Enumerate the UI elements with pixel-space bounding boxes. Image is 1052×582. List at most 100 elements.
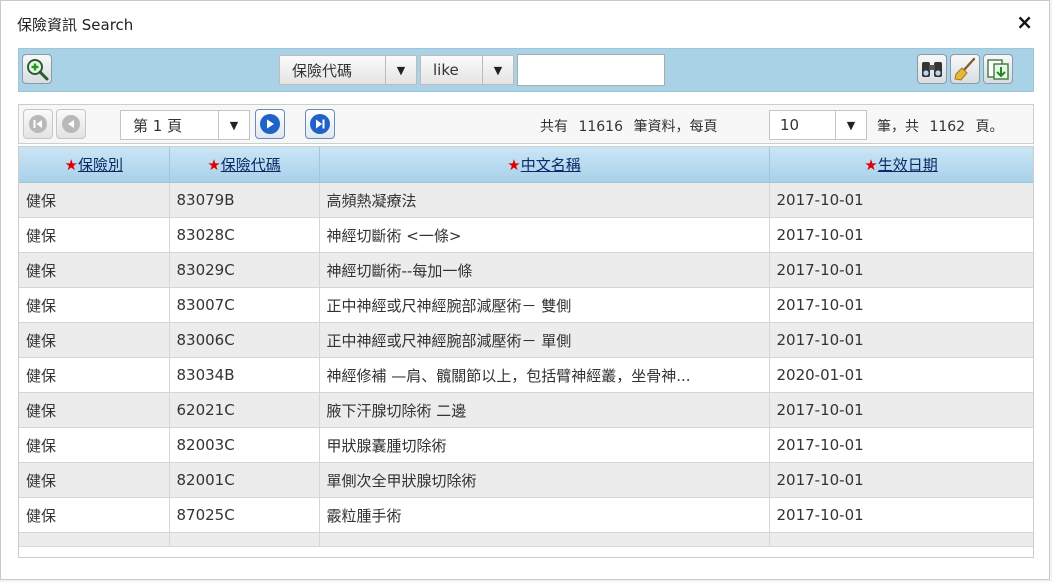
cell-insurance-code: 83007C <box>169 287 320 323</box>
next-page-icon <box>260 114 280 134</box>
cell-effective-date: 2017-10-01 <box>769 182 1033 218</box>
column-header-insurance-type[interactable]: ★保險別 <box>19 147 170 183</box>
cell-chinese-name: 甲狀腺囊腫切除術 <box>319 427 770 463</box>
empty-cell <box>769 532 1033 547</box>
cell-insurance-type: 健保 <box>19 287 170 323</box>
required-star-icon: ★ <box>507 156 521 174</box>
last-page-button[interactable] <box>305 109 335 139</box>
total-mid: 筆資料，每頁 <box>633 119 718 135</box>
cell-chinese-name: 神經切斷術 <一條> <box>319 217 770 253</box>
cell-effective-date: 2017-10-01 <box>769 462 1033 498</box>
table-row[interactable]: 健保 82001C 單側次全甲狀腺切除術 2017-10-01 <box>19 462 1033 498</box>
table-row[interactable]: 健保 83029C 神經切斷術--每加一條 2017-10-01 <box>19 252 1033 288</box>
cell-insurance-code: 82003C <box>169 427 320 463</box>
empty-cell <box>169 532 320 547</box>
pages-prefix: 筆，共 <box>877 119 919 135</box>
cell-effective-date: 2020-01-01 <box>769 357 1033 393</box>
cell-insurance-code: 83028C <box>169 217 320 253</box>
cell-chinese-name: 霰粒腫手術 <box>319 497 770 533</box>
chevron-down-icon: ▼ <box>385 56 416 84</box>
export-button[interactable] <box>983 54 1013 84</box>
cell-insurance-code: 82001C <box>169 462 320 498</box>
binoculars-icon <box>922 62 942 77</box>
table-row[interactable]: 健保 83034B 神經修補 —肩、髖關節以上，包括臂神經叢，坐骨神... 20… <box>19 357 1033 393</box>
cell-chinese-name: 神經切斷術--每加一條 <box>319 252 770 288</box>
cell-insurance-code: 87025C <box>169 497 320 533</box>
pages-suffix: 頁。 <box>975 119 1004 135</box>
required-star-icon: ★ <box>864 156 878 174</box>
chevron-down-icon: ▼ <box>482 56 513 84</box>
total-pages: 1162 <box>929 119 966 135</box>
table-row[interactable]: 健保 83079B 高頻熱凝療法 2017-10-01 <box>19 182 1033 218</box>
empty-cell <box>319 532 770 547</box>
export-icon <box>987 59 1009 80</box>
dialog-titlebar: 保險資訊 Search × <box>1 1 1049 45</box>
sort-link[interactable]: 保險代碼 <box>221 156 281 174</box>
required-star-icon: ★ <box>207 156 221 174</box>
chevron-down-icon: ▼ <box>835 111 866 139</box>
total-records: 11616 <box>578 119 623 135</box>
column-header-chinese-name[interactable]: ★中文名稱 <box>319 147 770 183</box>
field-select-value: 保險代碼 <box>292 61 353 80</box>
dialog-title: 保險資訊 Search <box>17 16 134 34</box>
cell-insurance-type: 健保 <box>19 462 170 498</box>
column-header-insurance-code[interactable]: ★保險代碼 <box>169 147 320 183</box>
table-row[interactable]: 健保 83006C 正中神經或尺神經腕部減壓術－ 單側 2017-10-01 <box>19 322 1033 358</box>
empty-row <box>19 532 1033 547</box>
close-icon[interactable]: × <box>1016 12 1033 32</box>
prev-page-icon <box>62 115 80 133</box>
cell-insurance-code: 83079B <box>169 182 320 218</box>
table-row[interactable]: 健保 83028C 神經切斷術 <一條> 2017-10-01 <box>19 217 1033 253</box>
cell-effective-date: 2017-10-01 <box>769 287 1033 323</box>
header-row: ★保險別 ★保險代碼 ★中文名稱 ★生效日期 <box>19 147 1033 183</box>
find-button[interactable] <box>917 54 947 84</box>
column-header-effective-date[interactable]: ★生效日期 <box>769 147 1033 183</box>
cell-insurance-type: 健保 <box>19 322 170 358</box>
cell-insurance-code: 62021C <box>169 392 320 428</box>
last-page-icon <box>310 114 330 134</box>
cell-effective-date: 2017-10-01 <box>769 497 1033 533</box>
cell-insurance-type: 健保 <box>19 217 170 253</box>
search-toolbar: 保險代碼 ▼ like ▼ <box>18 48 1034 92</box>
cell-insurance-code: 83029C <box>169 252 320 288</box>
cell-insurance-type: 健保 <box>19 357 170 393</box>
cell-chinese-name: 神經修補 —肩、髖關節以上，包括臂神經叢，坐骨神... <box>319 357 770 393</box>
total-prefix: 共有 <box>540 119 568 135</box>
required-star-icon: ★ <box>64 156 78 174</box>
search-input[interactable] <box>517 54 665 86</box>
cell-insurance-type: 健保 <box>19 182 170 218</box>
first-page-button[interactable] <box>23 109 53 139</box>
prev-page-button[interactable] <box>56 109 86 139</box>
cell-effective-date: 2017-10-01 <box>769 217 1033 253</box>
pagination-bar: 第 1 頁 ▼ 共有 11616 筆資料，每頁 10 ▼ 筆，共 1162 頁。 <box>18 104 1034 144</box>
cell-insurance-type: 健保 <box>19 252 170 288</box>
cell-chinese-name: 正中神經或尺神經腕部減壓術－ 雙側 <box>319 287 770 323</box>
next-page-button[interactable] <box>255 109 285 139</box>
cell-chinese-name: 正中神經或尺神經腕部減壓術－ 單側 <box>319 322 770 358</box>
page-select[interactable]: 第 1 頁 ▼ <box>120 110 250 140</box>
clear-button[interactable] <box>950 54 980 84</box>
sort-link[interactable]: 中文名稱 <box>521 156 581 174</box>
first-page-icon <box>29 115 47 133</box>
sort-link[interactable]: 保險別 <box>78 156 123 174</box>
sort-link[interactable]: 生效日期 <box>878 156 938 174</box>
operator-select[interactable]: like ▼ <box>420 55 514 85</box>
cell-chinese-name: 腋下汗腺切除術 二邊 <box>319 392 770 428</box>
table-row[interactable]: 健保 62021C 腋下汗腺切除術 二邊 2017-10-01 <box>19 392 1033 428</box>
cell-chinese-name: 高頻熱凝療法 <box>319 182 770 218</box>
cell-effective-date: 2017-10-01 <box>769 252 1033 288</box>
page-size-value: 10 <box>780 116 800 134</box>
table-row[interactable]: 健保 83007C 正中神經或尺神經腕部減壓術－ 雙側 2017-10-01 <box>19 287 1033 323</box>
add-condition-button[interactable] <box>22 54 52 84</box>
empty-cell <box>19 532 170 547</box>
cell-insurance-code: 83034B <box>169 357 320 393</box>
chevron-down-icon: ▼ <box>218 111 249 139</box>
cell-insurance-type: 健保 <box>19 497 170 533</box>
table-row[interactable]: 健保 87025C 霰粒腫手術 2017-10-01 <box>19 497 1033 533</box>
cell-effective-date: 2017-10-01 <box>769 392 1033 428</box>
magnifier-plus-icon <box>27 59 49 81</box>
cell-insurance-code: 83006C <box>169 322 320 358</box>
page-size-select[interactable]: 10 ▼ <box>769 110 867 140</box>
field-select[interactable]: 保險代碼 ▼ <box>279 55 417 85</box>
table-row[interactable]: 健保 82003C 甲狀腺囊腫切除術 2017-10-01 <box>19 427 1033 463</box>
